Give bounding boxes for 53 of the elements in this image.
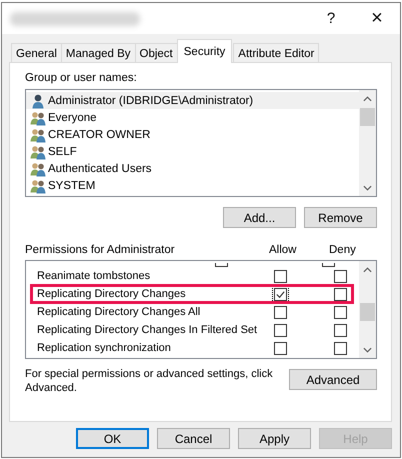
dialog-button[interactable]: OK [76,428,149,449]
checkbox-edge [322,263,335,267]
user-icon [30,92,46,108]
tab[interactable]: Attribute Editor [233,43,320,63]
group-label: Group or user names: [25,71,138,85]
scrollbar[interactable] [359,90,376,196]
scroll-thumb[interactable] [360,108,375,126]
permission-name: Reanimate tombstones [37,270,152,282]
checkbox[interactable] [274,270,287,282]
list-action-button[interactable]: Remove [304,207,377,228]
permission-name: Replicating Directory Changes All [37,306,202,318]
column-header: Allow [269,244,298,256]
permissions-label: Permissions for Administrator [25,244,176,256]
group-icon [30,160,46,176]
checkbox[interactable] [334,288,347,300]
user-list-item[interactable]: SYSTEM [26,177,359,194]
user-list-item[interactable]: Administrator (IDBRIDGE\Administrator) [26,92,359,109]
close-button[interactable]: × [354,3,400,34]
checkbox[interactable] [274,288,287,300]
column-header: Deny [329,244,357,256]
permission-name: Replicating Directory Changes [37,288,187,300]
permission-name: Replication synchronization [37,342,172,354]
checkbox[interactable] [334,324,347,336]
user-list-item[interactable]: Authenticated Users [26,160,359,177]
permission-name: Replicating Directory Changes In Filtered Set [37,324,258,336]
group-icon [30,126,46,142]
help-button[interactable]: ? [308,3,354,34]
scroll-up-icon[interactable] [363,267,372,273]
tab[interactable]: General [11,43,62,63]
advanced-note: For special permissions or advanced settings, click Advanced. [25,367,274,395]
user-list-item[interactable]: SELF [26,143,359,160]
checkbox[interactable] [334,306,347,318]
checkbox[interactable] [274,324,287,336]
scrollbar[interactable] [359,261,376,358]
tab[interactable]: Security [176,39,232,63]
advanced-button[interactable]: Advanced [289,369,377,390]
scroll-down-icon[interactable] [363,185,372,191]
dialog-button[interactable]: Cancel [157,428,230,449]
scroll-thumb[interactable] [360,303,375,321]
checkbox[interactable] [334,342,347,354]
group-icon [30,178,46,194]
list-action-button[interactable]: Add... [223,207,296,228]
checkbox-edge [215,263,228,267]
scroll-up-icon[interactable] [363,96,372,102]
checkbox[interactable] [274,306,287,318]
dialog-button[interactable]: Apply [238,428,311,449]
group-icon [30,144,46,160]
checkbox[interactable] [334,270,347,282]
checkbox[interactable] [274,342,287,354]
scroll-down-icon[interactable] [363,347,372,353]
group-icon [30,110,46,126]
user-list-item[interactable]: CREATOR OWNER [26,126,359,143]
user-list-item[interactable]: Everyone [26,109,359,126]
